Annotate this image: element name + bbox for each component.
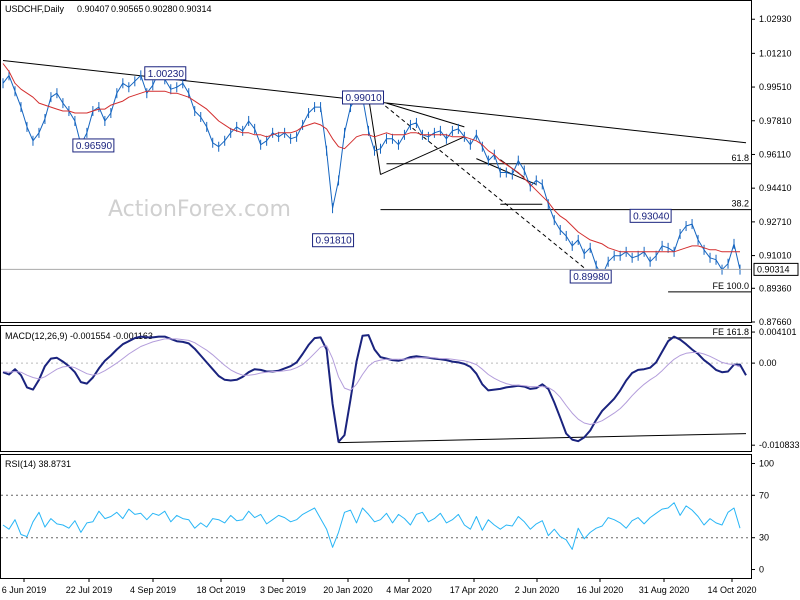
x-tick-label: 4 Mar 2020 bbox=[386, 585, 432, 595]
x-tick-label: 31 Aug 2020 bbox=[639, 585, 690, 595]
price-panel: 1.02930 1.01210 0.99510 0.97810 0.96110 0.944… bbox=[1, 14, 799, 339]
macd-panel: 0.004101 0.00 -0.010833 bbox=[1, 327, 800, 450]
x-tick-label: 4 Sep 2019 bbox=[130, 585, 176, 595]
price-annotation-label: 0.99010 bbox=[346, 93, 383, 104]
ohlc-close: 0.90314 bbox=[179, 4, 212, 14]
level-annotation-label: FE 161.8 bbox=[712, 327, 749, 337]
y-tick-label: 0.004101 bbox=[759, 327, 797, 337]
y-tick-label: 0.97810 bbox=[759, 116, 792, 126]
y-tick-label: 30 bbox=[759, 533, 769, 543]
y-tick-label: 70 bbox=[759, 490, 769, 500]
x-tick-label: 6 Jun 2019 bbox=[2, 585, 47, 595]
x-tick-label: 2 Jun 2020 bbox=[515, 585, 560, 595]
rsi-panel-frame bbox=[0, 454, 752, 579]
y-tick-label: 0.91010 bbox=[759, 251, 792, 261]
price-annotation-label: 0.96590 bbox=[76, 141, 113, 152]
y-tick-label: 0 bbox=[759, 565, 764, 575]
watermark: ActionForex.com bbox=[108, 197, 291, 222]
series-line bbox=[2, 502, 741, 550]
y-tick-label: 1.02930 bbox=[759, 14, 792, 24]
y-tick-label: 0.92710 bbox=[759, 217, 792, 227]
x-tick-label: 3 Dec 2019 bbox=[260, 585, 306, 595]
y-tick-label: 0.94410 bbox=[759, 183, 792, 193]
trendline bbox=[374, 96, 597, 278]
chart: ActionForex.com USDCHF,Daily 0.90407 0.9… bbox=[0, 0, 800, 595]
level-annotation-label: 38.2 bbox=[731, 199, 749, 209]
trendline bbox=[338, 433, 747, 444]
y-tick-label: 0.96110 bbox=[759, 149, 791, 159]
x-axis: 6 Jun 2019 22 Jul 2019 4 Sep 2019 18 Oct 20… bbox=[2, 578, 757, 595]
rsi-panel: 100 70 30 0 bbox=[1, 458, 774, 575]
trendline bbox=[380, 136, 465, 175]
last-value-label: 0.90314 bbox=[757, 264, 790, 274]
y-tick-label: 0.99510 bbox=[759, 82, 792, 92]
level-annotation-label: FE 100.0 bbox=[712, 281, 749, 291]
price-annotation-label: 0.93040 bbox=[633, 211, 670, 222]
x-tick-label: 14 Oct 2020 bbox=[707, 585, 756, 595]
y-tick-label: -0.010833 bbox=[759, 440, 800, 450]
x-tick-label: 18 Oct 2019 bbox=[196, 585, 245, 595]
x-tick-label: 20 Jan 2020 bbox=[323, 585, 373, 595]
price-annotation-label: 0.89980 bbox=[573, 272, 610, 283]
series-line bbox=[2, 334, 747, 443]
x-tick-label: 17 Apr 2020 bbox=[450, 585, 499, 595]
ohlc-open: 0.90407 bbox=[77, 4, 110, 14]
y-tick-label: 0.00 bbox=[759, 358, 777, 368]
price-annotation-label: 0.91810 bbox=[316, 236, 353, 247]
x-tick-label: 16 Jul 2020 bbox=[577, 585, 624, 595]
y-tick-label: 0.89360 bbox=[759, 283, 792, 293]
price-panel-frame bbox=[0, 0, 752, 323]
y-tick-label: 1.01210 bbox=[759, 48, 792, 58]
y-tick-label: 100 bbox=[759, 458, 774, 468]
trendline bbox=[386, 102, 465, 128]
x-tick-label: 22 Jul 2019 bbox=[66, 585, 113, 595]
level-annotation-label: 61.8 bbox=[731, 153, 749, 163]
ohlc-high: 0.90565 bbox=[111, 4, 144, 14]
price-annotation-label: 1.00230 bbox=[148, 69, 185, 80]
ohlc-low: 0.90280 bbox=[145, 4, 178, 14]
price-panel-title: USDCHF,Daily bbox=[5, 4, 65, 14]
rsi-panel-title: RSI(14) 38.8731 bbox=[5, 459, 71, 469]
y-tick-label: 0.87660 bbox=[759, 317, 792, 327]
